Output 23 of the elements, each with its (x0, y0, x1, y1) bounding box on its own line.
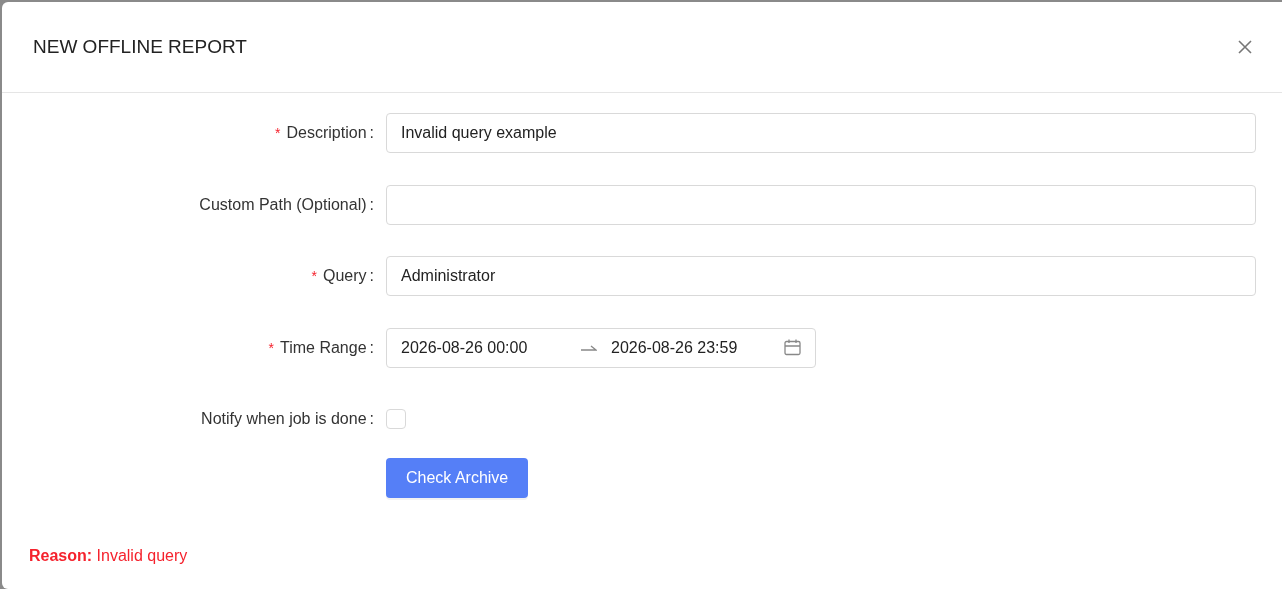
checkbox[interactable] (386, 409, 406, 429)
input-field[interactable] (386, 184, 1256, 225)
field-label: Description (286, 124, 367, 142)
label-colon: : (369, 267, 374, 285)
field-label: Custom Path (Optional) (199, 195, 367, 214)
calendar-icon (784, 339, 801, 356)
required-mark: * (275, 125, 281, 141)
field-label: Time Range (280, 338, 367, 357)
input-field[interactable]: Invalid query example (386, 113, 1256, 153)
field-label: Notify when job is done (201, 410, 367, 428)
label-colon: : (369, 410, 374, 428)
label-colon: : (369, 124, 374, 142)
input-field[interactable]: Administrator (386, 256, 1256, 296)
error-message: Reason: Invalid query (29, 547, 188, 565)
required-mark: * (311, 268, 317, 284)
close-icon[interactable] (1238, 40, 1252, 54)
dialog-title: NEW OFFLINE REPORT (33, 36, 247, 58)
required-mark: * (268, 339, 274, 356)
label-colon: : (369, 338, 374, 357)
check-archive-button[interactable]: Check Archive (386, 457, 529, 498)
label-colon: : (369, 195, 374, 214)
field-label: Query (322, 267, 367, 285)
date-range-field[interactable]: 2026-08-26 00:00 2026-08-26 23:59 (386, 327, 816, 368)
